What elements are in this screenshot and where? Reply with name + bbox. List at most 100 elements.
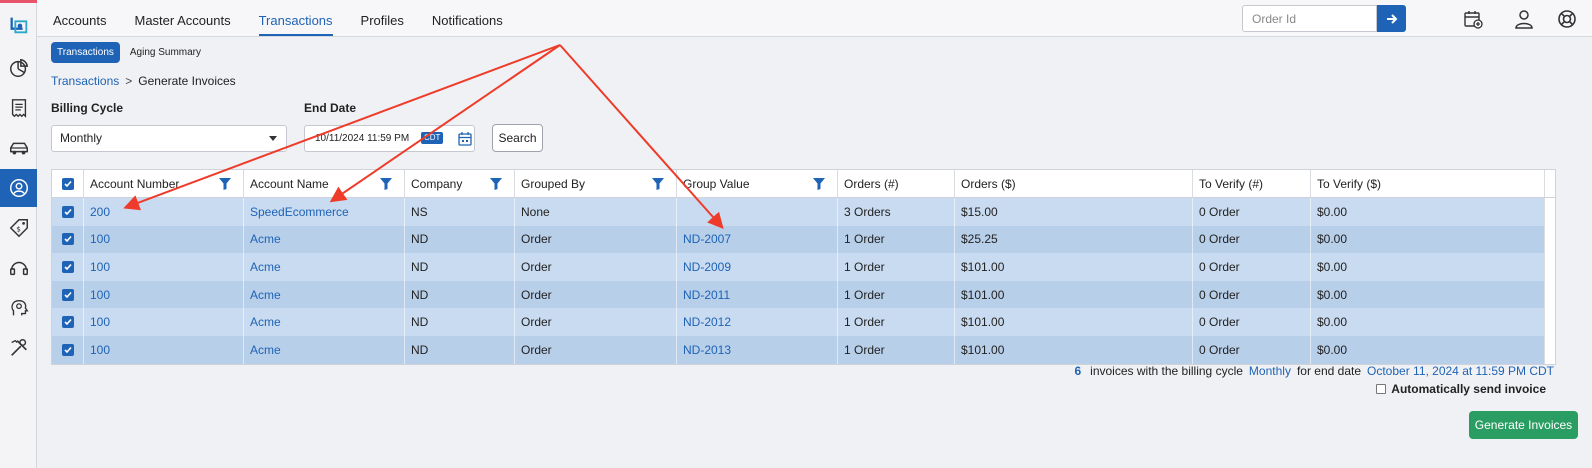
tab-master-accounts[interactable]: Master Accounts <box>134 0 230 37</box>
header-verify-amount[interactable]: To Verify ($) <box>1311 170 1547 197</box>
checkbox-checked-icon <box>61 205 74 218</box>
account-number-link[interactable]: 200 <box>90 205 110 219</box>
head-gear-icon <box>10 299 29 316</box>
generate-invoices-button[interactable]: Generate Invoices <box>1469 411 1578 439</box>
group-value-link[interactable]: ND-2009 <box>683 260 731 274</box>
company-text: ND <box>411 315 429 330</box>
orders-amount-text: $15.00 <box>961 204 998 219</box>
filter-funnel-icon[interactable] <box>380 178 392 190</box>
header-orders-amount[interactable]: Orders ($) <box>955 170 1193 197</box>
cell-company: NS <box>405 198 515 226</box>
header-verify-count[interactable]: To Verify (#) <box>1193 170 1311 197</box>
header-label: Grouped By <box>521 176 586 191</box>
cell-orders-amount: $101.00 <box>955 335 1193 364</box>
select-all-checkbox[interactable] <box>52 170 84 197</box>
subtab-transactions[interactable]: Transactions <box>51 42 120 63</box>
end-date-input[interactable]: 10/11/2024 11:59 PM CDT <box>304 125 475 152</box>
account-name-link[interactable]: Acme <box>250 260 281 274</box>
header-company[interactable]: Company <box>405 170 515 197</box>
cell-orders-count: 1 Order <box>838 225 955 254</box>
row-checkbox[interactable] <box>52 225 84 254</box>
filter-funnel-icon[interactable] <box>813 178 825 190</box>
billing-cycle-select[interactable]: Monthly <box>51 125 287 152</box>
header-account-name[interactable]: Account Name <box>244 170 405 197</box>
help-button[interactable] <box>1555 7 1579 31</box>
verify-amount-text: $0.00 <box>1317 259 1348 274</box>
account-name-link[interactable]: Acme <box>250 232 281 246</box>
cell-orders-amount: $25.25 <box>955 225 1193 254</box>
table-row[interactable]: 100 Acme ND Order ND-2012 1 Order $101.00 0 Ord… <box>52 308 1555 336</box>
checkbox-checked-icon <box>61 316 74 329</box>
auto-send-label: Automatically send invoice <box>1391 382 1546 396</box>
calendar-add-button[interactable] <box>1461 7 1485 31</box>
summary-text-2: for end date <box>1296 364 1362 378</box>
header-grouped-by[interactable]: Grouped By <box>515 170 677 197</box>
subtab-aging-summary[interactable]: Aging Summary <box>124 42 207 63</box>
order-go-button[interactable] <box>1377 5 1406 32</box>
row-scroll-gap <box>1544 253 1555 281</box>
header-label: Account Number <box>90 176 180 191</box>
tab-transactions[interactable]: Transactions <box>258 0 333 37</box>
account-name-link[interactable]: Acme <box>250 315 281 329</box>
tools-nav[interactable] <box>0 329 37 367</box>
tab-profiles[interactable]: Profiles <box>361 0 404 37</box>
tab-accounts[interactable]: Accounts <box>53 0 106 37</box>
main-tabs: Accounts Master Accounts Transactions Pr… <box>53 0 531 37</box>
account-number-link[interactable]: 100 <box>90 288 110 302</box>
cell-verify-amount: $0.00 <box>1311 308 1547 336</box>
invoices-nav[interactable] <box>0 89 37 127</box>
account-number-link[interactable]: 100 <box>90 260 110 274</box>
breadcrumb-transactions-link[interactable]: Transactions <box>51 74 119 88</box>
row-checkbox[interactable] <box>52 308 84 336</box>
account-number-link[interactable]: 100 <box>90 232 110 246</box>
group-value-link[interactable]: ND-2007 <box>683 232 731 246</box>
table-row[interactable]: 100 Acme ND Order ND-2011 1 Order $101.00 0 Ord… <box>52 280 1555 309</box>
header-orders-count[interactable]: Orders (#) <box>838 170 955 197</box>
table-row[interactable]: 200 SpeedEcommerce NS None 3 Orders $15.00 0 O… <box>52 198 1555 226</box>
table-row[interactable]: 100 Acme ND Order ND-2007 1 Order $25.25 0 Orde… <box>52 225 1555 254</box>
user-circle-icon <box>9 179 28 197</box>
row-checkbox[interactable] <box>52 280 84 309</box>
row-checkbox[interactable] <box>52 335 84 364</box>
cell-account-number: 100 <box>84 225 244 254</box>
cell-account-name: Acme <box>244 280 405 309</box>
checkbox-checked-icon <box>61 288 74 301</box>
group-value-link[interactable]: ND-2011 <box>683 288 730 302</box>
cell-verify-amount: $0.00 <box>1311 226 1547 254</box>
support-nav[interactable] <box>0 249 37 287</box>
account-number-link[interactable]: 100 <box>90 315 110 329</box>
verify-count-text: 0 Order <box>1199 259 1240 274</box>
table-row[interactable]: 100 Acme ND Order ND-2013 1 Order $101.00 0 Ord… <box>52 335 1555 364</box>
ai-nav[interactable] <box>0 289 37 327</box>
row-checkbox[interactable] <box>52 198 84 226</box>
app-logo-icon[interactable] <box>0 6 37 44</box>
account-number-link[interactable]: 100 <box>90 343 110 357</box>
filter-funnel-icon[interactable] <box>219 178 231 190</box>
cell-grouped-by: Order <box>515 225 677 254</box>
row-checkbox[interactable] <box>52 253 84 281</box>
account-name-link[interactable]: SpeedEcommerce <box>250 205 349 219</box>
cell-company: ND <box>405 280 515 309</box>
account-name-link[interactable]: Acme <box>250 343 281 357</box>
user-profile-button[interactable] <box>1512 7 1536 31</box>
filter-funnel-icon[interactable] <box>490 178 502 190</box>
search-button[interactable]: Search <box>492 124 543 152</box>
pricing-nav[interactable]: $ <box>0 209 37 247</box>
accounts-nav[interactable] <box>0 169 37 207</box>
table-body: 200 SpeedEcommerce NS None 3 Orders $15.00 0 O… <box>52 198 1555 364</box>
header-group-value[interactable]: Group Value <box>677 170 838 197</box>
shipping-nav[interactable] <box>0 129 37 167</box>
tab-notifications[interactable]: Notifications <box>432 0 503 37</box>
calendar-icon[interactable] <box>458 131 472 146</box>
group-value-link[interactable]: ND-2013 <box>683 343 731 357</box>
group-value-link[interactable]: ND-2012 <box>683 315 731 329</box>
dashboard-nav[interactable] <box>0 49 37 87</box>
invoice-count: 6 <box>1074 364 1082 378</box>
auto-send-checkbox[interactable]: Automatically send invoice <box>1376 382 1546 396</box>
header-account-number[interactable]: Account Number <box>84 170 244 197</box>
filter-funnel-icon[interactable] <box>652 178 664 190</box>
order-id-input[interactable] <box>1242 5 1377 32</box>
verify-count-text: 0 Order <box>1199 342 1240 357</box>
table-row[interactable]: 100 Acme ND Order ND-2009 1 Order $101.00 0 Ord… <box>52 253 1555 281</box>
account-name-link[interactable]: Acme <box>250 288 281 302</box>
